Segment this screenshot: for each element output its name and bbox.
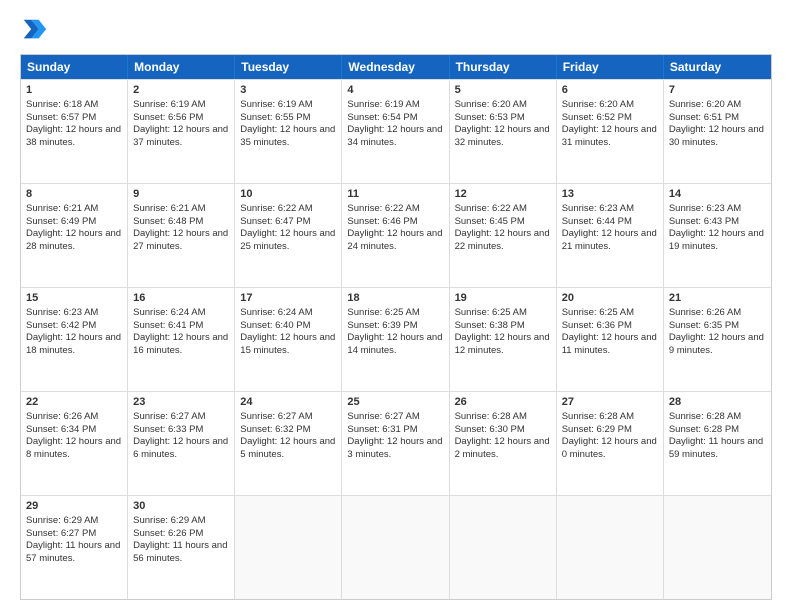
day-header-wednesday: Wednesday — [342, 55, 449, 79]
calendar-week-2: 8Sunrise: 6:21 AMSunset: 6:49 PMDaylight… — [21, 183, 771, 287]
calendar-body: 1Sunrise: 6:18 AMSunset: 6:57 PMDaylight… — [21, 79, 771, 599]
logo-icon — [20, 16, 48, 44]
cal-cell-4: 4Sunrise: 6:19 AMSunset: 6:54 PMDaylight… — [342, 80, 449, 183]
cal-cell-11: 11Sunrise: 6:22 AMSunset: 6:46 PMDayligh… — [342, 184, 449, 287]
day-header-thursday: Thursday — [450, 55, 557, 79]
calendar: SundayMondayTuesdayWednesdayThursdayFrid… — [20, 54, 772, 600]
cal-cell-30: 30Sunrise: 6:29 AMSunset: 6:26 PMDayligh… — [128, 496, 235, 599]
cal-cell-29: 29Sunrise: 6:29 AMSunset: 6:27 PMDayligh… — [21, 496, 128, 599]
day-header-monday: Monday — [128, 55, 235, 79]
cal-cell-empty — [342, 496, 449, 599]
cal-cell-3: 3Sunrise: 6:19 AMSunset: 6:55 PMDaylight… — [235, 80, 342, 183]
cal-cell-25: 25Sunrise: 6:27 AMSunset: 6:31 PMDayligh… — [342, 392, 449, 495]
cal-cell-empty — [557, 496, 664, 599]
cal-cell-empty — [235, 496, 342, 599]
calendar-week-3: 15Sunrise: 6:23 AMSunset: 6:42 PMDayligh… — [21, 287, 771, 391]
day-header-sunday: Sunday — [21, 55, 128, 79]
cal-cell-17: 17Sunrise: 6:24 AMSunset: 6:40 PMDayligh… — [235, 288, 342, 391]
cal-cell-9: 9Sunrise: 6:21 AMSunset: 6:48 PMDaylight… — [128, 184, 235, 287]
page: SundayMondayTuesdayWednesdayThursdayFrid… — [0, 0, 792, 612]
cal-cell-empty — [450, 496, 557, 599]
cal-cell-6: 6Sunrise: 6:20 AMSunset: 6:52 PMDaylight… — [557, 80, 664, 183]
calendar-week-5: 29Sunrise: 6:29 AMSunset: 6:27 PMDayligh… — [21, 495, 771, 599]
logo — [20, 16, 52, 44]
cal-cell-7: 7Sunrise: 6:20 AMSunset: 6:51 PMDaylight… — [664, 80, 771, 183]
cal-cell-28: 28Sunrise: 6:28 AMSunset: 6:28 PMDayligh… — [664, 392, 771, 495]
calendar-week-1: 1Sunrise: 6:18 AMSunset: 6:57 PMDaylight… — [21, 79, 771, 183]
cal-cell-16: 16Sunrise: 6:24 AMSunset: 6:41 PMDayligh… — [128, 288, 235, 391]
cal-cell-21: 21Sunrise: 6:26 AMSunset: 6:35 PMDayligh… — [664, 288, 771, 391]
day-header-saturday: Saturday — [664, 55, 771, 79]
cal-cell-24: 24Sunrise: 6:27 AMSunset: 6:32 PMDayligh… — [235, 392, 342, 495]
cal-cell-13: 13Sunrise: 6:23 AMSunset: 6:44 PMDayligh… — [557, 184, 664, 287]
calendar-header: SundayMondayTuesdayWednesdayThursdayFrid… — [21, 55, 771, 79]
day-header-friday: Friday — [557, 55, 664, 79]
calendar-week-4: 22Sunrise: 6:26 AMSunset: 6:34 PMDayligh… — [21, 391, 771, 495]
cal-cell-23: 23Sunrise: 6:27 AMSunset: 6:33 PMDayligh… — [128, 392, 235, 495]
cal-cell-5: 5Sunrise: 6:20 AMSunset: 6:53 PMDaylight… — [450, 80, 557, 183]
cal-cell-18: 18Sunrise: 6:25 AMSunset: 6:39 PMDayligh… — [342, 288, 449, 391]
cal-cell-27: 27Sunrise: 6:28 AMSunset: 6:29 PMDayligh… — [557, 392, 664, 495]
header — [20, 16, 772, 44]
cal-cell-22: 22Sunrise: 6:26 AMSunset: 6:34 PMDayligh… — [21, 392, 128, 495]
cal-cell-empty — [664, 496, 771, 599]
cal-cell-14: 14Sunrise: 6:23 AMSunset: 6:43 PMDayligh… — [664, 184, 771, 287]
day-header-tuesday: Tuesday — [235, 55, 342, 79]
cal-cell-12: 12Sunrise: 6:22 AMSunset: 6:45 PMDayligh… — [450, 184, 557, 287]
cal-cell-26: 26Sunrise: 6:28 AMSunset: 6:30 PMDayligh… — [450, 392, 557, 495]
cal-cell-10: 10Sunrise: 6:22 AMSunset: 6:47 PMDayligh… — [235, 184, 342, 287]
cal-cell-1: 1Sunrise: 6:18 AMSunset: 6:57 PMDaylight… — [21, 80, 128, 183]
cal-cell-19: 19Sunrise: 6:25 AMSunset: 6:38 PMDayligh… — [450, 288, 557, 391]
cal-cell-8: 8Sunrise: 6:21 AMSunset: 6:49 PMDaylight… — [21, 184, 128, 287]
cal-cell-20: 20Sunrise: 6:25 AMSunset: 6:36 PMDayligh… — [557, 288, 664, 391]
cal-cell-15: 15Sunrise: 6:23 AMSunset: 6:42 PMDayligh… — [21, 288, 128, 391]
cal-cell-2: 2Sunrise: 6:19 AMSunset: 6:56 PMDaylight… — [128, 80, 235, 183]
